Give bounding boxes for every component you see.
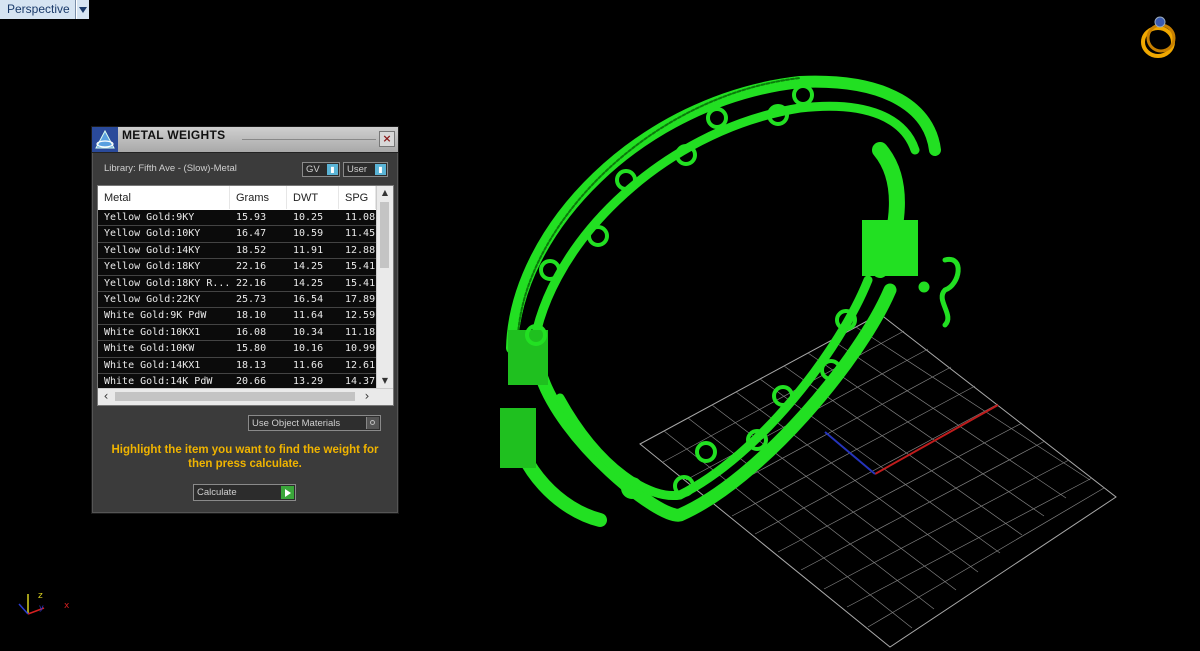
bangle-model	[500, 75, 961, 527]
table-cell: 16.54	[293, 293, 324, 305]
table-cell: 11.08	[345, 212, 376, 223]
table-row[interactable]: Yellow Gold:18KY 22.16 14.25 15.41	[98, 259, 376, 276]
table-cell: 11.64	[293, 310, 324, 322]
table-row[interactable]: White Gold:10KX1 16.08 10.34 11.18	[98, 324, 376, 342]
table-cell: 11.45	[345, 228, 376, 240]
table-row[interactable]: White Gold:9K PdW 18.10 11.64 12.59	[98, 308, 376, 325]
dialog-title-bar[interactable]: METAL WEIGHTS ×	[92, 127, 398, 153]
close-icon[interactable]: ×	[379, 131, 395, 147]
table-cell: 15.80	[236, 343, 267, 355]
table-row[interactable]: Yellow Gold:9KY 15.93 10.25 11.08	[98, 210, 376, 227]
table-cell: 18.13	[236, 359, 267, 371]
table-row[interactable]: Yellow Gold:22KY 25.73 16.54 17.89	[98, 291, 376, 309]
table-cell: 18.52	[236, 244, 267, 256]
use-object-materials-field[interactable]: Use Object Materials	[248, 415, 381, 431]
table-cell: 10.25	[293, 212, 324, 223]
table-header: Metal Grams DWT SPG	[98, 186, 376, 209]
x-axis-label: x	[64, 601, 70, 611]
scroll-left-icon[interactable]: ‹	[98, 389, 114, 405]
table-cell: 22.16	[236, 261, 267, 273]
table-cell: 17.89	[345, 293, 376, 305]
table-cell: 14.37	[345, 375, 376, 387]
table-cell: 15.41	[345, 277, 376, 289]
column-header[interactable]: SPG	[339, 186, 376, 209]
table-cell: Yellow Gold:14KY	[104, 244, 201, 256]
horizontal-scrollbar[interactable]: ‹ ›	[98, 388, 393, 405]
gv-combo-value: GV	[306, 164, 320, 175]
chevron-down-icon[interactable]	[75, 0, 89, 19]
instruction-text: Highlight the item you want to find the …	[111, 444, 379, 470]
metal-weights-dialog[interactable]: METAL WEIGHTS × Library: Fifth Ave - (Sl…	[91, 126, 399, 514]
viewport-label[interactable]: Perspective	[0, 0, 76, 19]
table-cell: 10.34	[293, 326, 324, 338]
y-axis-label: y	[39, 603, 44, 612]
table-cell: 14.25	[293, 261, 324, 273]
table-cell: 22.16	[236, 277, 267, 289]
chevron-down-icon[interactable]: ▮	[327, 164, 338, 175]
table-cell: Yellow Gold:9KY	[104, 212, 195, 223]
metal-table[interactable]: Metal Grams DWT SPG Yellow Gold:9KY 15.93…	[97, 185, 394, 406]
table-cell: 15.41	[345, 261, 376, 273]
calculate-label: Calculate	[197, 487, 237, 498]
calculate-button[interactable]: Calculate	[193, 484, 296, 501]
vertical-scrollbar[interactable]: ▲ ▼	[376, 186, 393, 388]
table-cell: Yellow Gold:10KY	[104, 228, 201, 240]
table-cell: 12.61	[345, 359, 376, 371]
table-cell: 11.91	[293, 244, 324, 256]
table-cell: White Gold:14KX1	[104, 359, 201, 371]
table-row[interactable]: Yellow Gold:10KY 16.47 10.59 11.45	[98, 226, 376, 243]
scroll-thumb[interactable]	[380, 202, 389, 268]
scroll-right-icon[interactable]: ›	[359, 389, 375, 405]
table-cell: 10.59	[293, 228, 324, 240]
table-cell: 15.93	[236, 212, 267, 223]
table-row[interactable]: White Gold:10KW 15.80 10.16 10.99	[98, 341, 376, 358]
table-cell: Yellow Gold:18KY R...	[104, 277, 230, 289]
table-cell: 25.73	[236, 293, 267, 305]
table-cell: White Gold:9K PdW	[104, 310, 207, 322]
scroll-down-icon[interactable]: ▼	[377, 374, 393, 388]
table-cell: 20.66	[236, 375, 267, 387]
table-cell: 10.99	[345, 343, 376, 355]
table-cell: Yellow Gold:22KY	[104, 293, 201, 305]
viewport-tab[interactable]: Perspective	[0, 0, 89, 19]
table-cell: White Gold:10KW	[104, 343, 195, 355]
scroll-up-icon[interactable]: ▲	[377, 186, 393, 200]
play-icon[interactable]	[281, 486, 294, 499]
table-cell: 14.25	[293, 277, 324, 289]
ring-icon	[1138, 12, 1180, 64]
table-cell: 12.59	[345, 310, 376, 322]
user-combo-value: User	[347, 164, 368, 175]
column-header[interactable]: DWT	[287, 186, 339, 209]
dialog-title: METAL WEIGHTS	[122, 128, 226, 142]
option-icon[interactable]	[366, 417, 379, 429]
table-cell: White Gold:14K PdW	[104, 375, 213, 387]
table-cell: Yellow Gold:18KY	[104, 261, 201, 273]
axis-triad-icon: z x y	[14, 586, 74, 624]
table-cell: 10.16	[293, 343, 324, 355]
table-cell: 13.29	[293, 375, 324, 387]
table-cell: 12.88	[345, 244, 376, 256]
chevron-down-icon[interactable]: ▮	[375, 164, 386, 175]
table-cell: 11.66	[293, 359, 324, 371]
table-cell: 11.18	[345, 326, 376, 338]
table-row[interactable]: Yellow Gold:18KY R... 22.16 14.25 15.41	[98, 275, 376, 292]
app-logo-icon	[92, 127, 118, 156]
column-header[interactable]: Grams	[230, 186, 287, 209]
column-header[interactable]: Metal	[98, 186, 230, 209]
table-body: Yellow Gold:9KY 15.93 10.25 11.08 Yellow Gol…	[98, 210, 376, 391]
title-divider	[242, 139, 376, 140]
gv-combo[interactable]: GV ▮	[302, 162, 340, 177]
table-row[interactable]: Yellow Gold:14KY 18.52 11.91 12.88	[98, 242, 376, 260]
table-cell: 16.47	[236, 228, 267, 240]
user-combo[interactable]: User ▮	[343, 162, 388, 177]
table-cell: 18.10	[236, 310, 267, 322]
table-cell: White Gold:10KX1	[104, 326, 201, 338]
table-cell: 16.08	[236, 326, 267, 338]
z-axis-label: z	[38, 591, 43, 601]
use-object-materials-label: Use Object Materials	[252, 418, 341, 429]
scroll-thumb[interactable]	[115, 392, 355, 401]
library-label: Library: Fifth Ave - (Slow)-Metal	[104, 163, 237, 174]
table-row[interactable]: White Gold:14KX1 18.13 11.66 12.61	[98, 357, 376, 374]
